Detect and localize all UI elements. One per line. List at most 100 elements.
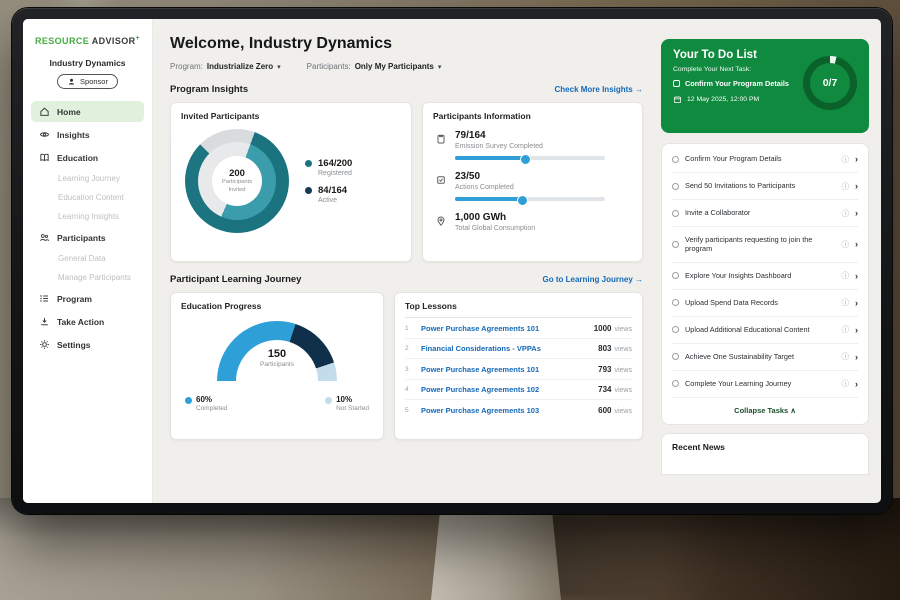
location-pin-icon: [435, 214, 447, 226]
checkbox-icon[interactable]: [672, 210, 679, 217]
checkbox-icon[interactable]: [672, 353, 679, 360]
program-filter-dropdown[interactable]: Program: Industrialize Zero ▾: [170, 62, 281, 71]
calendar-icon: [673, 95, 682, 104]
legend-value: 84/164: [318, 185, 347, 196]
stat-label: Emission Survey Completed: [455, 143, 605, 150]
lesson-views-label: views: [614, 408, 632, 415]
sidebar-item-general-data[interactable]: General Data: [31, 250, 144, 267]
checkbox-icon[interactable]: [672, 272, 679, 279]
task-label: Send 50 Invitations to Participants: [685, 181, 836, 191]
lesson-views-label: views: [614, 346, 632, 353]
task-row-upload-educational-content[interactable]: Upload Additional Educational Content ⓘ …: [672, 317, 858, 344]
checkbox-icon[interactable]: [672, 326, 679, 333]
sidebar-item-manage-participants[interactable]: Manage Participants: [31, 269, 144, 286]
chevron-right-icon[interactable]: ›: [855, 208, 858, 218]
lesson-row: 4 Power Purchase Agreements 102 734views: [405, 380, 632, 401]
invited-donut-chart: 200 Participants Invited: [185, 129, 289, 233]
info-icon[interactable]: ⓘ: [842, 270, 850, 281]
gauge-center-value: 150: [217, 348, 337, 360]
sidebar-item-take-action[interactable]: Take Action: [31, 311, 144, 332]
info-icon[interactable]: ⓘ: [842, 324, 850, 335]
info-icon[interactable]: ⓘ: [842, 351, 850, 362]
task-label: Invite a Collaborator: [685, 208, 836, 218]
chevron-right-icon[interactable]: ›: [855, 379, 858, 389]
legend-item-active: 84/164 Active: [305, 185, 352, 204]
lesson-row: 1 Power Purchase Agreements 101 1000view…: [405, 318, 632, 339]
lesson-views: 600: [598, 406, 611, 415]
info-icon[interactable]: ⓘ: [842, 297, 850, 308]
task-row-explore-insights[interactable]: Explore Your Insights Dashboard ⓘ ›: [672, 263, 858, 290]
task-row-complete-learning-journey[interactable]: Complete Your Learning Journey ⓘ ›: [672, 371, 858, 398]
app-logo: RESOURCE ADVISOR+: [31, 35, 144, 46]
sidebar-item-learning-journey[interactable]: Learning Journey: [31, 170, 144, 187]
recent-news-title: Recent News: [672, 442, 858, 452]
checkbox-icon[interactable]: [672, 380, 679, 387]
lesson-row: 2 Financial Considerations - VPPAs 803vi…: [405, 339, 632, 360]
stat-global-consumption: 1,000 GWh Total Global Consumption: [435, 212, 632, 232]
checkbox-icon[interactable]: [672, 183, 679, 190]
lesson-rank: 1: [405, 325, 413, 332]
chevron-right-icon[interactable]: ›: [855, 181, 858, 191]
lesson-title-link[interactable]: Power Purchase Agreements 101: [421, 324, 586, 333]
insights-cards-row: Invited Participants 200 Participants In…: [170, 102, 643, 262]
sidebar-item-education[interactable]: Education: [31, 147, 144, 168]
lesson-row: 3 Power Purchase Agreements 101 793views: [405, 359, 632, 380]
lesson-title-link[interactable]: Power Purchase Agreements 103: [421, 406, 590, 415]
participants-filter-dropdown[interactable]: Participants: Only My Participants ▾: [307, 62, 442, 71]
chevron-right-icon[interactable]: ›: [855, 239, 858, 249]
progress-bar: [455, 197, 605, 201]
sidebar: RESOURCE ADVISOR+ Industry Dynamics Spon…: [23, 19, 153, 503]
stat-actions-completed: 23/50 Actions Completed: [435, 171, 632, 201]
chevron-right-icon[interactable]: ›: [855, 271, 858, 281]
sidebar-item-home[interactable]: Home: [31, 101, 144, 122]
link-label: Check More Insights: [555, 85, 633, 94]
info-icon[interactable]: ⓘ: [842, 239, 850, 250]
sidebar-item-program[interactable]: Program: [31, 288, 144, 309]
info-icon[interactable]: ⓘ: [842, 378, 850, 389]
sidebar-item-learning-insights[interactable]: Learning Insights: [31, 208, 144, 225]
chevron-right-icon[interactable]: ›: [855, 154, 858, 164]
card-title: Education Progress: [181, 301, 373, 311]
info-icon[interactable]: ⓘ: [842, 154, 850, 165]
task-row-send-invitations[interactable]: Send 50 Invitations to Participants ⓘ ›: [672, 173, 858, 200]
sidebar-item-education-content[interactable]: Education Content: [31, 189, 144, 206]
sidebar-item-label: Learning Insights: [58, 212, 119, 221]
sponsor-label: Sponsor: [80, 77, 108, 86]
logo-plus: +: [136, 35, 141, 42]
lesson-title-link[interactable]: Power Purchase Agreements 101: [421, 365, 590, 374]
sidebar-item-label: Insights: [57, 130, 90, 140]
check-more-insights-link[interactable]: Check More Insights →: [555, 85, 643, 94]
collapse-tasks-link[interactable]: Collapse Tasks ∧: [672, 398, 858, 424]
task-row-upload-spend-data[interactable]: Upload Spend Data Records ⓘ ›: [672, 290, 858, 317]
recent-news-card: Recent News: [661, 433, 869, 475]
sidebar-item-insights[interactable]: Insights: [31, 124, 144, 145]
stat-label: Total Global Consumption: [455, 225, 535, 232]
legend-item-registered: 164/200 Registered: [305, 158, 352, 177]
org-name: Industry Dynamics: [31, 58, 144, 68]
checkbox-icon[interactable]: [672, 299, 679, 306]
info-icon[interactable]: ⓘ: [842, 181, 850, 192]
lesson-title-link[interactable]: Financial Considerations - VPPAs: [421, 344, 590, 353]
go-to-learning-journey-link[interactable]: Go to Learning Journey →: [543, 275, 643, 284]
task-row-invite-collaborator[interactable]: Invite a Collaborator ⓘ ›: [672, 200, 858, 227]
info-icon[interactable]: ⓘ: [842, 208, 850, 219]
sidebar-item-participants[interactable]: Participants: [31, 227, 144, 248]
gauge-center: 150 Participants: [217, 348, 337, 368]
checkbox-icon[interactable]: [673, 80, 680, 87]
checkbox-icon[interactable]: [672, 156, 679, 163]
sidebar-item-settings[interactable]: Settings: [31, 334, 144, 355]
program-filter-value: Industrialize Zero: [207, 62, 273, 71]
donut-legend: 164/200 Registered 84/164 Active: [305, 150, 352, 212]
lesson-views-label: views: [614, 367, 632, 374]
task-row-achieve-sustainability-target[interactable]: Achieve One Sustainability Target ⓘ ›: [672, 344, 858, 371]
lesson-title-link[interactable]: Power Purchase Agreements 102: [421, 385, 590, 394]
task-row-verify-participants[interactable]: Verify participants requesting to join t…: [672, 227, 858, 263]
checkbox-icon[interactable]: [672, 241, 679, 248]
program-insights-header: Program Insights Check More Insights →: [170, 84, 643, 95]
donut-center-label: Participants Invited: [216, 179, 258, 193]
task-row-confirm-program[interactable]: Confirm Your Program Details ⓘ ›: [672, 146, 858, 173]
chevron-right-icon[interactable]: ›: [855, 325, 858, 335]
lesson-views-label: views: [614, 387, 632, 394]
chevron-right-icon[interactable]: ›: [855, 352, 858, 362]
chevron-right-icon[interactable]: ›: [855, 298, 858, 308]
